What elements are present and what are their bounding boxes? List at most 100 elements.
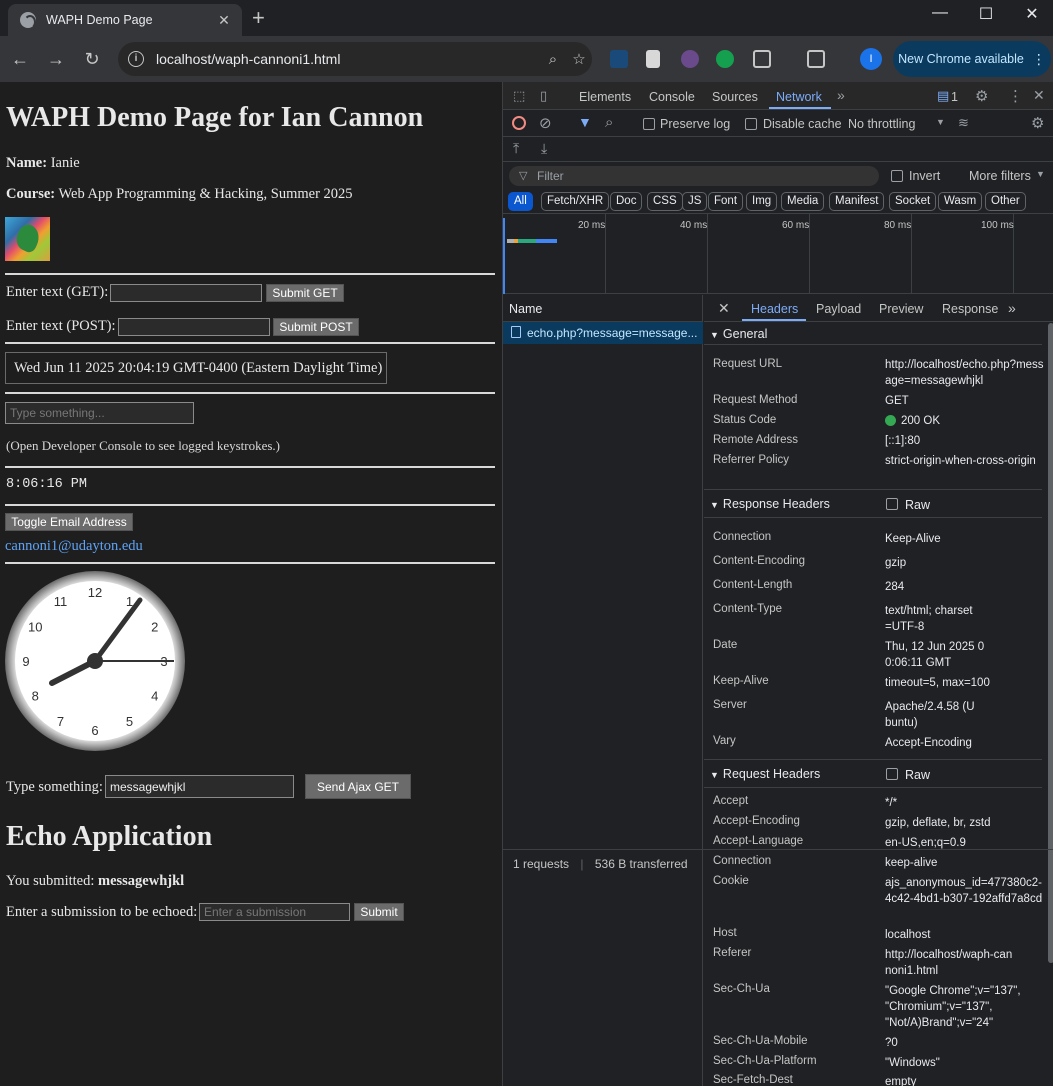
- tab-payload[interactable]: Payload: [816, 302, 861, 316]
- type-filter-socket[interactable]: Socket: [889, 192, 937, 211]
- request-headers-section-header[interactable]: ▼ Request Headers Raw: [704, 759, 1042, 788]
- analog-clock: 121234567891011: [5, 571, 185, 751]
- extension-icon[interactable]: [610, 50, 628, 68]
- divider: [5, 562, 495, 564]
- more-filters-dropdown[interactable]: More filters: [969, 169, 1031, 183]
- clear-icon[interactable]: ⊘: [539, 114, 552, 132]
- header-value: 284: [885, 581, 905, 593]
- header-key: Accept: [713, 795, 749, 807]
- tab-close-icon[interactable]: ✕: [214, 12, 234, 29]
- send-ajax-get-button[interactable]: Send Ajax GET: [305, 774, 411, 799]
- general-section-header[interactable]: ▼ General: [704, 323, 1042, 345]
- submitted-line: You submitted: messagewhjkl: [6, 873, 184, 890]
- filter-funnel-icon[interactable]: ▼: [578, 114, 592, 130]
- tab-search-icon[interactable]: [807, 50, 825, 68]
- import-har-icon[interactable]: ⤒: [513, 140, 519, 157]
- more-detail-tabs-icon[interactable]: »: [1008, 300, 1016, 316]
- invert-label: Invert: [909, 169, 941, 183]
- type-filter-doc[interactable]: Doc: [610, 192, 643, 211]
- chevron-down-icon[interactable]: ▼: [1036, 169, 1045, 179]
- name-value: Ianie: [50, 155, 80, 171]
- tab-sources[interactable]: Sources: [712, 90, 758, 104]
- network-settings-icon[interactable]: ⚙: [1031, 114, 1044, 132]
- new-tab-icon[interactable]: +: [252, 5, 265, 31]
- type-filter-manifest[interactable]: Manifest: [829, 192, 885, 211]
- close-details-icon[interactable]: ✕: [718, 300, 730, 317]
- profile-avatar[interactable]: I: [860, 48, 882, 70]
- keystroke-input[interactable]: [5, 402, 194, 424]
- echo-submit-button[interactable]: Submit: [354, 903, 404, 921]
- name-column-header[interactable]: Name: [503, 295, 703, 322]
- toggle-email-button[interactable]: Toggle Email Address: [5, 513, 133, 531]
- browser-tab[interactable]: WAPH Demo Page ✕: [8, 4, 242, 36]
- filter-placeholder: Filter: [537, 169, 564, 183]
- inspect-element-icon[interactable]: ⬚: [513, 88, 525, 104]
- tab-elements[interactable]: Elements: [579, 90, 631, 104]
- devtools-close-icon[interactable]: ✕: [1033, 87, 1045, 104]
- more-tabs-icon[interactable]: »: [837, 87, 845, 103]
- type-filter-media[interactable]: Media: [781, 192, 825, 211]
- device-toolbar-icon[interactable]: ▯: [540, 88, 547, 104]
- request-row[interactable]: echo.php?message=message...: [503, 322, 703, 344]
- type-filter-img[interactable]: Img: [746, 192, 778, 211]
- chevron-down-icon[interactable]: ▼: [936, 117, 945, 127]
- response-headers-section-header[interactable]: ▼ Response Headers Raw: [704, 489, 1042, 518]
- echo-heading: Echo Application: [6, 821, 213, 852]
- submit-get-button[interactable]: Submit GET: [266, 284, 344, 302]
- search-icon[interactable]: ⌕: [605, 114, 613, 131]
- network-conditions-icon[interactable]: ≋: [958, 115, 969, 131]
- collapse-triangle-icon: ▼: [710, 500, 719, 510]
- reload-icon[interactable]: ↻: [80, 48, 104, 70]
- email-link[interactable]: cannoni1@udayton.edu: [5, 538, 143, 555]
- type-filter-fetch-xhr[interactable]: Fetch/XHR: [541, 192, 610, 211]
- echo-input[interactable]: [199, 903, 350, 921]
- raw-checkbox[interactable]: [886, 768, 898, 780]
- type-filter-js[interactable]: JS: [682, 192, 708, 211]
- header-key: Accept-Encoding: [713, 815, 800, 827]
- tab-headers[interactable]: Headers: [751, 302, 798, 316]
- privacy-extension-icon[interactable]: [681, 50, 699, 68]
- raw-checkbox[interactable]: [886, 498, 898, 510]
- invert-checkbox[interactable]: [891, 170, 903, 182]
- disable-cache-checkbox[interactable]: [745, 118, 757, 130]
- throttling-select[interactable]: No throttling: [848, 117, 915, 131]
- tab-network[interactable]: Network: [776, 90, 822, 104]
- type-filter-wasm[interactable]: Wasm: [938, 192, 983, 211]
- type-filter-other[interactable]: Other: [985, 192, 1026, 211]
- post-text-input[interactable]: [118, 318, 270, 336]
- site-info-icon[interactable]: i: [128, 51, 144, 67]
- bookmark-star-icon[interactable]: ☆: [566, 50, 592, 68]
- issues-icon[interactable]: ▤: [937, 88, 949, 104]
- puzzle-extensions-icon[interactable]: [753, 50, 771, 68]
- preserve-log-checkbox[interactable]: [643, 118, 655, 130]
- devtools-menu-icon[interactable]: ⋮: [1008, 87, 1023, 105]
- settings-gear-icon[interactable]: ⚙: [975, 87, 988, 105]
- tab-response[interactable]: Response: [942, 302, 998, 316]
- zoom-icon[interactable]: ⌕: [540, 51, 566, 68]
- address-bar[interactable]: i localhost/waph-cannoni1.html ⌕ ☆: [118, 42, 592, 76]
- forward-icon[interactable]: →: [44, 48, 68, 70]
- get-text-input[interactable]: [110, 284, 262, 302]
- ajax-input[interactable]: [105, 775, 294, 798]
- url-text[interactable]: localhost/waph-cannoni1.html: [156, 51, 540, 67]
- update-chrome-button[interactable]: New Chrome available ⋮: [893, 41, 1051, 77]
- minimize-icon[interactable]: —: [917, 4, 963, 22]
- window-close-icon[interactable]: ✕: [1009, 4, 1053, 24]
- maximize-icon[interactable]: ☐: [963, 4, 1009, 24]
- timeline-overview[interactable]: 20 ms 40 ms 60 ms 80 ms 100 ms: [503, 214, 1053, 294]
- transferred-size: 536 B transferred: [594, 857, 688, 871]
- grammarly-icon[interactable]: [716, 50, 734, 68]
- tab-console[interactable]: Console: [649, 90, 695, 104]
- type-filter-font[interactable]: Font: [708, 192, 744, 211]
- back-icon[interactable]: ←: [8, 48, 32, 70]
- record-icon[interactable]: [512, 116, 526, 130]
- header-key: Request URL: [713, 358, 783, 370]
- export-har-icon[interactable]: ⤓: [541, 140, 547, 157]
- type-filter-css[interactable]: CSS: [647, 192, 683, 211]
- header-key: Sec-Fetch-Dest: [713, 1074, 793, 1086]
- submit-post-button[interactable]: Submit POST: [273, 318, 359, 336]
- filter-input[interactable]: ▽ Filter: [509, 166, 879, 186]
- tab-preview[interactable]: Preview: [879, 302, 923, 316]
- document-extension-icon[interactable]: [646, 50, 660, 68]
- type-filter-all[interactable]: All: [508, 192, 533, 211]
